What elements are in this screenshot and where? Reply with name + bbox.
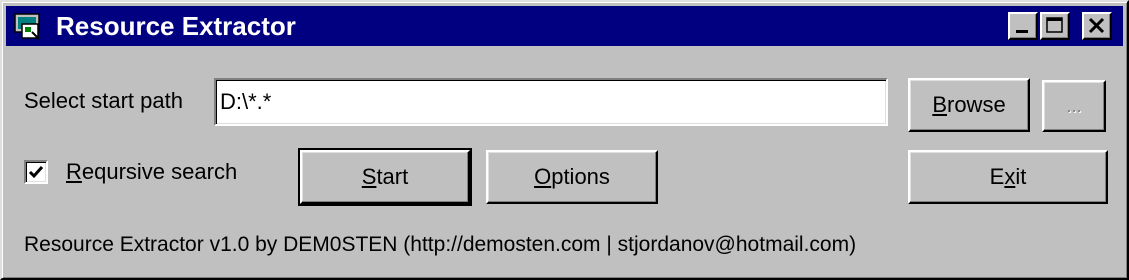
recursive-mnemonic: R (66, 159, 82, 184)
recursive-search-checkbox[interactable] (24, 160, 48, 184)
maximize-button[interactable] (1040, 12, 1070, 40)
options-mnemonic: O (534, 164, 552, 189)
recursive-search-label[interactable]: Reqursive search (66, 159, 237, 185)
exit-mnemonic: x (1004, 164, 1016, 189)
start-button[interactable]: Start (298, 148, 472, 206)
checkmark-icon (28, 166, 44, 179)
maximize-icon (1046, 17, 1063, 33)
recursive-label-text: eqursive search (81, 159, 238, 184)
options-button[interactable]: Options (486, 150, 658, 204)
ellipsis-button[interactable]: ... (1042, 80, 1106, 132)
title-bar[interactable]: Resource Extractor (6, 6, 1123, 46)
start-mnemonic: S (361, 164, 377, 189)
browse-button[interactable]: Browse (908, 78, 1030, 132)
close-icon (1088, 17, 1105, 34)
start-path-label: Select start path (24, 88, 183, 113)
minimize-icon (1016, 30, 1028, 33)
browse-label: rowse (947, 92, 1006, 117)
ellipsis-label: ... (1066, 95, 1082, 116)
app-icon (12, 10, 44, 42)
exit-label-pre: E (989, 164, 1005, 189)
start-path-input[interactable] (214, 78, 888, 126)
browse-mnemonic: B (932, 92, 947, 117)
main-window: Resource Extractor Select start path Bro… (0, 0, 1129, 280)
footer-text: Resource Extractor v1.0 by DEM0STEN (htt… (24, 233, 857, 256)
start-label: tart (376, 164, 409, 189)
minimize-button[interactable] (1008, 12, 1038, 40)
exit-label-post: it (1015, 164, 1027, 189)
close-button[interactable] (1082, 12, 1112, 40)
options-label: ptions (551, 164, 610, 189)
window-title: Resource Extractor (56, 11, 296, 41)
exit-button[interactable]: Exit (908, 150, 1108, 204)
